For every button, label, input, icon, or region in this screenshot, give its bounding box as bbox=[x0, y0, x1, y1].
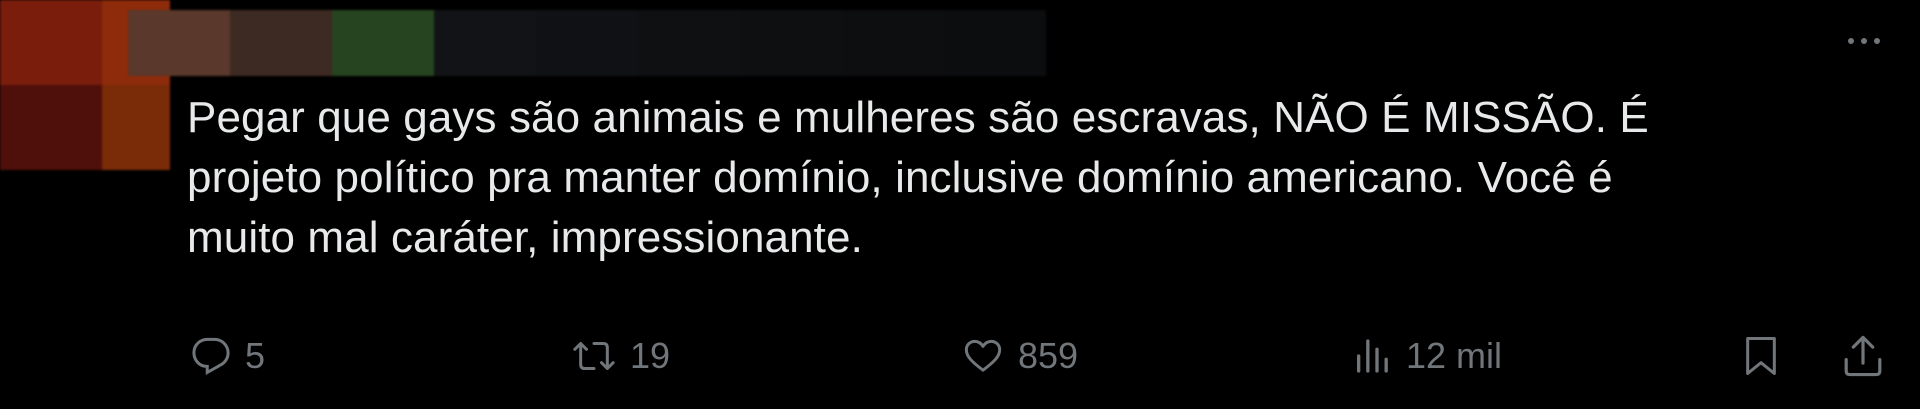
more-dot-icon bbox=[1848, 38, 1854, 44]
like-button[interactable]: 859 bbox=[962, 328, 1078, 384]
heart-icon bbox=[964, 339, 1002, 372]
name-pixel bbox=[740, 10, 842, 76]
name-pixel bbox=[332, 10, 434, 76]
more-dot-icon bbox=[1861, 38, 1867, 44]
avatar-pixel bbox=[0, 85, 102, 170]
name-pixel bbox=[230, 10, 332, 76]
avatar-pixel bbox=[102, 85, 170, 170]
reply-button[interactable]: 5 bbox=[191, 328, 265, 384]
views-count: 12 mil bbox=[1406, 335, 1503, 376]
share-icon bbox=[1844, 335, 1882, 377]
bookmark-button[interactable] bbox=[1741, 328, 1781, 384]
retweet-count: 19 bbox=[630, 335, 671, 376]
more-dot-icon bbox=[1874, 38, 1880, 44]
name-pixel bbox=[536, 10, 638, 76]
more-options-button[interactable] bbox=[1842, 26, 1886, 56]
tweet-actions-bar: 5 19 859 12 mil bbox=[187, 328, 1900, 384]
like-count: 859 bbox=[1018, 335, 1079, 376]
name-pixel bbox=[638, 10, 740, 76]
views-icon bbox=[1357, 339, 1388, 373]
tweet-text: Pegar que gays são animais e mulheres sã… bbox=[187, 93, 1649, 262]
name-pixel bbox=[944, 10, 1046, 76]
name-pixel bbox=[434, 10, 536, 76]
share-button[interactable] bbox=[1841, 328, 1885, 384]
retweet-icon bbox=[573, 342, 615, 370]
reply-icon bbox=[192, 337, 230, 376]
bookmark-icon bbox=[1746, 337, 1776, 375]
name-pixel bbox=[842, 10, 944, 76]
author-name-censored[interactable] bbox=[128, 10, 1046, 76]
retweet-button[interactable]: 19 bbox=[572, 328, 670, 384]
reply-count: 5 bbox=[245, 335, 266, 376]
views-button[interactable]: 12 mil bbox=[1352, 328, 1502, 384]
avatar-pixel bbox=[0, 0, 102, 85]
name-pixel bbox=[128, 10, 230, 76]
